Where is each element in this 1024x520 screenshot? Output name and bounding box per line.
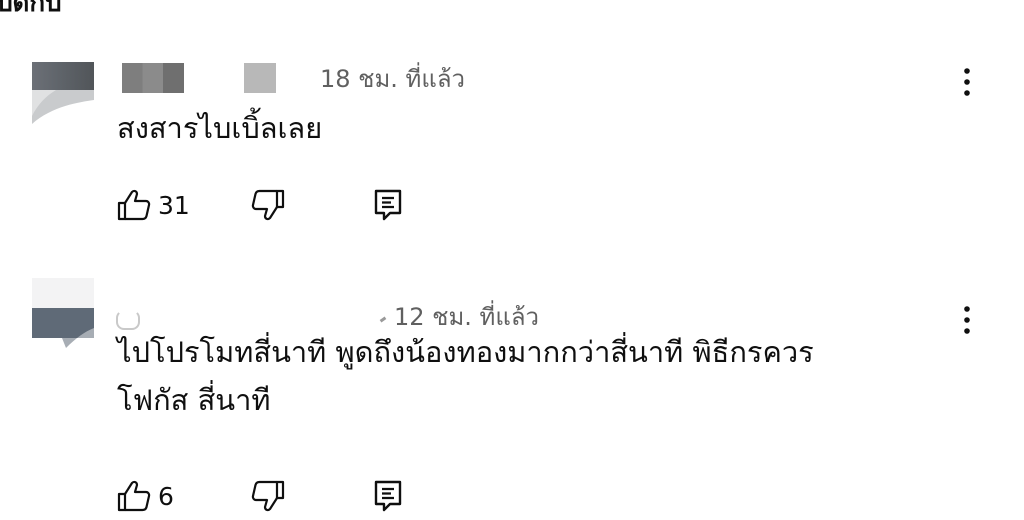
thumb-down-icon bbox=[251, 189, 285, 221]
more-options-button[interactable] bbox=[954, 300, 980, 340]
avatar[interactable] bbox=[32, 278, 94, 348]
avatar-redacted bbox=[32, 278, 94, 348]
thumb-down-icon bbox=[251, 480, 285, 512]
more-options-button[interactable] bbox=[954, 62, 980, 102]
comment-actions: 31 bbox=[116, 185, 402, 225]
comment-meta: 12 ชม. ที่แล้ว bbox=[116, 298, 539, 334]
like-button[interactable]: 6 bbox=[116, 479, 174, 513]
author-name-redacted[interactable] bbox=[122, 63, 184, 93]
like-count: 31 bbox=[158, 190, 190, 220]
comment-text-line: ไปโปรโมทสี่นาที พูดถึงน้องทองมากกว่าสี่น… bbox=[117, 335, 814, 369]
comment-timestamp[interactable]: 18 ชม. ที่แล้ว bbox=[320, 59, 465, 98]
dislike-button[interactable] bbox=[250, 479, 286, 513]
comment-text: สงสารไบเบิ้ลเลย bbox=[117, 106, 322, 150]
more-vert-icon bbox=[964, 68, 970, 96]
dislike-button[interactable] bbox=[250, 188, 286, 222]
comment-text-line: โฟกัส สี่นาที bbox=[117, 383, 271, 417]
reply-icon bbox=[374, 480, 402, 512]
reply-button[interactable] bbox=[372, 478, 404, 514]
section-header-fragment: ปดกบ bbox=[0, 0, 62, 18]
avatar[interactable] bbox=[32, 62, 94, 124]
like-button[interactable]: 31 bbox=[116, 188, 190, 222]
reply-icon bbox=[374, 189, 402, 221]
thumb-up-icon bbox=[117, 189, 151, 221]
comment-actions: 6 bbox=[116, 476, 402, 516]
more-vert-icon bbox=[964, 306, 970, 334]
comment-text: ไปโปรโมทสี่นาที พูดถึงน้องทองมากกว่าสี่น… bbox=[117, 330, 814, 422]
author-name-edge bbox=[379, 316, 387, 322]
author-badge-redacted bbox=[244, 63, 276, 93]
thumb-up-icon bbox=[117, 480, 151, 512]
comment-text-line: สงสารไบเบิ้ลเลย bbox=[117, 111, 323, 145]
comment-meta: 18 ชม. ที่แล้ว bbox=[122, 60, 465, 96]
avatar-redacted bbox=[32, 62, 94, 92]
author-name-redacted[interactable] bbox=[116, 310, 140, 330]
reply-button[interactable] bbox=[372, 187, 404, 223]
like-count: 6 bbox=[158, 481, 174, 511]
avatar-tail bbox=[32, 90, 94, 124]
